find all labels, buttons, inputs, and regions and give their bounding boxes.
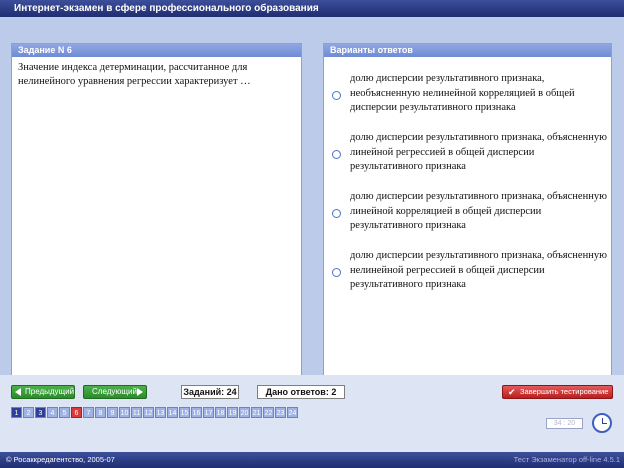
finish-test-label: Завершить тестирование xyxy=(520,387,609,396)
task-page-7[interactable]: 7 xyxy=(83,407,94,418)
task-page-15[interactable]: 15 xyxy=(179,407,190,418)
running-man-icon: ✔ xyxy=(508,387,516,397)
answer-text-3: долю дисперсии результативного признака,… xyxy=(350,191,607,231)
next-label: Следующий xyxy=(92,387,137,396)
task-page-9[interactable]: 9 xyxy=(107,407,118,418)
task-page-13[interactable]: 13 xyxy=(155,407,166,418)
control-bar: Предыдущий Следующий Заданий: 24 Дано от… xyxy=(0,375,624,452)
tasks-counter: Заданий: 24 xyxy=(181,385,239,399)
task-page-10[interactable]: 10 xyxy=(119,407,130,418)
answer-option-2[interactable]: долю дисперсии результативного признака,… xyxy=(324,131,613,177)
answers-header: Варианты ответов xyxy=(324,44,611,57)
answer-option-4[interactable]: долю дисперсии результативного признака,… xyxy=(324,249,613,295)
task-page-8[interactable]: 8 xyxy=(95,407,106,418)
previous-button[interactable]: Предыдущий xyxy=(11,385,75,399)
task-page-24[interactable]: 24 xyxy=(287,407,298,418)
task-page-17[interactable]: 17 xyxy=(203,407,214,418)
answers-panel: Варианты ответов долю дисперсии результа… xyxy=(323,43,612,383)
previous-label: Предыдущий xyxy=(25,387,75,396)
task-page-22[interactable]: 22 xyxy=(263,407,274,418)
task-page-14[interactable]: 14 xyxy=(167,407,178,418)
app-version: Тест Экзаменатор off-line 4.5.1 xyxy=(513,455,620,464)
task-page-21[interactable]: 21 xyxy=(251,407,262,418)
answer-option-1[interactable]: долю дисперсии результативного признака,… xyxy=(324,72,613,118)
task-page-12[interactable]: 12 xyxy=(143,407,154,418)
question-text: Значение индекса детерминации, рассчитан… xyxy=(18,62,251,87)
task-page-5[interactable]: 5 xyxy=(59,407,70,418)
timer-display: 34 : 20 xyxy=(546,418,583,429)
task-page-19[interactable]: 19 xyxy=(227,407,238,418)
window-title: Интернет-экзамен в сфере профессионально… xyxy=(0,0,624,17)
answer-text-4: долю дисперсии результативного признака,… xyxy=(350,250,607,290)
answer-text-2: долю дисперсии результативного признака,… xyxy=(350,132,607,172)
question-panel: Задание N 6 Значение индекса детерминаци… xyxy=(11,43,302,383)
workspace: Задание N 6 Значение индекса детерминаци… xyxy=(0,17,624,383)
task-page-3[interactable]: 3 xyxy=(35,407,46,418)
task-page-2[interactable]: 2 xyxy=(23,407,34,418)
answer-radio-4[interactable] xyxy=(332,268,341,277)
answer-radio-2[interactable] xyxy=(332,150,341,159)
answer-text-1: долю дисперсии результативного признака,… xyxy=(350,73,575,113)
finish-test-button[interactable]: ✔ Завершить тестирование xyxy=(502,385,613,399)
answer-option-3[interactable]: долю дисперсии результативного признака,… xyxy=(324,190,613,236)
arrow-right-icon xyxy=(137,388,143,396)
task-page-1[interactable]: 1 xyxy=(11,407,22,418)
answer-radio-1[interactable] xyxy=(332,91,341,100)
arrow-left-icon xyxy=(15,388,21,396)
task-page-23[interactable]: 23 xyxy=(275,407,286,418)
task-page-4[interactable]: 4 xyxy=(47,407,58,418)
answered-counter: Дано ответов: 2 xyxy=(257,385,345,399)
status-bar: © Росаккредагентство, 2005-07 Тест Экзам… xyxy=(0,452,624,468)
copyright-text: © Росаккредагентство, 2005-07 xyxy=(6,455,115,464)
task-page-16[interactable]: 16 xyxy=(191,407,202,418)
next-button[interactable]: Следующий xyxy=(83,385,147,399)
task-page-20[interactable]: 20 xyxy=(239,407,250,418)
task-page-6[interactable]: 6 xyxy=(71,407,82,418)
task-page-11[interactable]: 11 xyxy=(131,407,142,418)
task-page-18[interactable]: 18 xyxy=(215,407,226,418)
question-header: Задание N 6 xyxy=(12,44,301,57)
clock-icon xyxy=(592,413,612,433)
answer-radio-3[interactable] xyxy=(332,209,341,218)
